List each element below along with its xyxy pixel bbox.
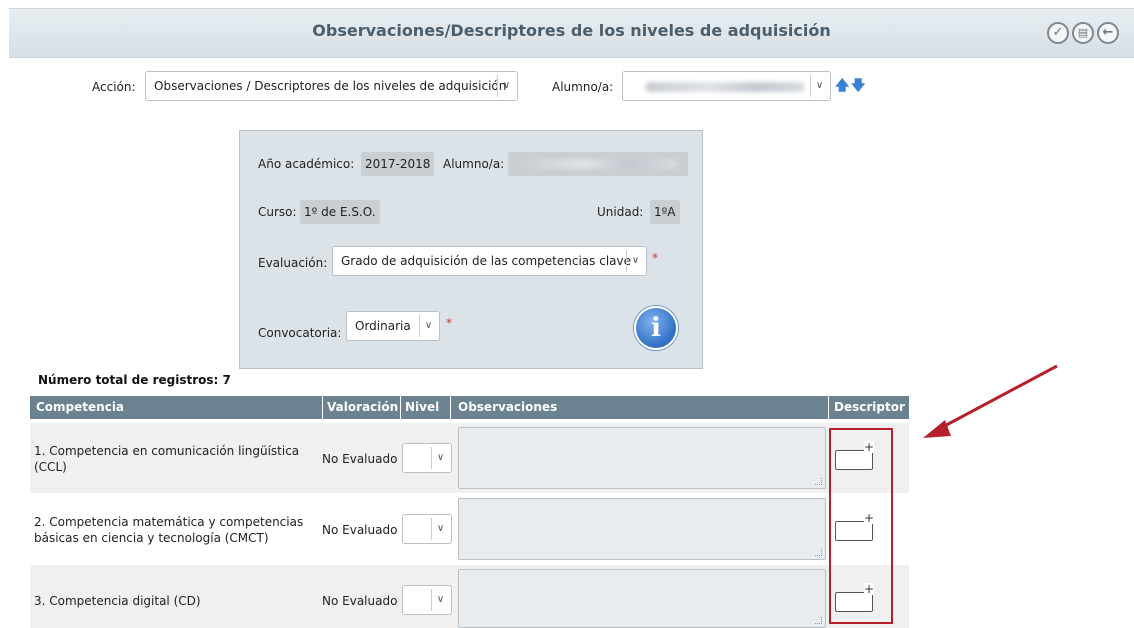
anio-value: 2017-2018 [361, 152, 435, 176]
document-button[interactable]: ▤ [1072, 22, 1094, 44]
blurred-student-name [645, 82, 805, 92]
evaluacion-select[interactable]: Grado de adquisición de las competencias… [332, 246, 647, 276]
unidad-label: Unidad: [597, 205, 644, 219]
valoracion-cell: No Evaluado [322, 594, 398, 608]
table-row: 2. Competencia matemática y competencias… [30, 494, 909, 564]
table-row: 3. Competencia digital (CD) No Evaluado … [30, 565, 909, 628]
accept-button[interactable]: ✓ [1047, 22, 1069, 44]
descriptor-highlight-box [829, 428, 893, 624]
evaluacion-select-value: Grado de adquisición de las competencias… [341, 254, 631, 268]
required-mark: * [652, 251, 658, 265]
observaciones-textarea[interactable] [458, 498, 826, 560]
nivel-select[interactable]: ∨ [402, 585, 452, 615]
student-info-panel: Año académico: 2017-2018 Alumno/a: Curso… [239, 130, 703, 369]
table-header: Competencia Valoración Nivel Observacion… [30, 396, 909, 419]
anio-label: Año académico: [258, 157, 355, 171]
accion-select[interactable]: Observaciones / Descriptores de los nive… [145, 71, 518, 101]
annotation-arrow-icon [923, 364, 1058, 438]
evaluacion-label: Evaluación: [258, 256, 328, 270]
records-count: Número total de registros: 7 [38, 373, 231, 387]
info-icon[interactable]: i [634, 306, 678, 350]
chevron-down-icon: ∨ [497, 75, 515, 97]
accion-select-value: Observaciones / Descriptores de los nive… [154, 79, 507, 93]
competencia-cell: 2. Competencia matemática y competencias… [34, 515, 304, 545]
previous-student-arrow-icon[interactable]: 🡅 [835, 75, 849, 99]
chevron-down-icon: ∨ [419, 315, 437, 337]
unidad-value: 1ºA [650, 200, 680, 224]
nivel-select[interactable]: ∨ [402, 514, 452, 544]
alumno-select[interactable]: ∨ [622, 71, 831, 101]
panel-alumno-value [508, 152, 688, 176]
column-header-observaciones[interactable]: Observaciones [458, 400, 557, 414]
valoracion-cell: No Evaluado [322, 523, 398, 537]
observaciones-textarea[interactable] [458, 427, 826, 489]
convocatoria-select[interactable]: Ordinaria ∨ [346, 311, 440, 341]
competencia-cell: 3. Competencia digital (CD) [34, 594, 201, 608]
chevron-down-icon: ∨ [431, 518, 449, 540]
next-student-arrow-icon[interactable]: 🡇 [851, 75, 865, 99]
convocatoria-select-value: Ordinaria [355, 319, 411, 333]
chevron-down-icon: ∨ [431, 447, 449, 469]
chevron-down-icon: ∨ [810, 75, 828, 97]
column-header-competencia[interactable]: Competencia [36, 400, 124, 414]
back-button[interactable]: ← [1097, 22, 1119, 44]
page-header: Observaciones/Descriptores de los nivele… [9, 8, 1134, 58]
convocatoria-label: Convocatoria: [258, 326, 342, 340]
accion-label: Acción: [92, 80, 136, 94]
column-header-nivel[interactable]: Nivel [405, 400, 439, 414]
curso-value: 1º de E.S.O. [300, 200, 380, 224]
valoracion-cell: No Evaluado [322, 452, 398, 466]
page-title: Observaciones/Descriptores de los nivele… [312, 21, 831, 40]
blurred-student-name [518, 159, 678, 169]
required-mark: * [446, 316, 452, 330]
observaciones-textarea[interactable] [458, 569, 826, 628]
competencia-cell: 1. Competencia en comunicación lingüísti… [34, 444, 300, 474]
chevron-down-icon: ∨ [626, 250, 644, 272]
column-header-descriptor[interactable]: Descriptor [834, 400, 905, 414]
column-header-valoracion[interactable]: Valoración [327, 400, 398, 414]
panel-alumno-label: Alumno/a: [443, 157, 505, 171]
chevron-down-icon: ∨ [431, 589, 449, 611]
curso-label: Curso: [258, 205, 297, 219]
table-row: 1. Competencia en comunicación lingüísti… [30, 423, 909, 493]
nivel-select[interactable]: ∨ [402, 443, 452, 473]
alumno-label: Alumno/a: [552, 80, 614, 94]
